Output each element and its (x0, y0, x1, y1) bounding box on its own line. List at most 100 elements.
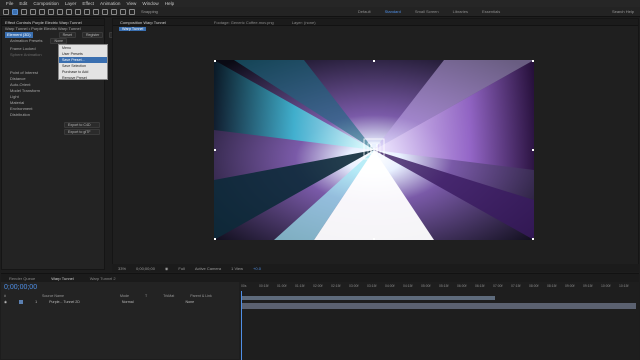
after-effects-window: File Edit Composition Layer Effect Anima… (0, 0, 640, 360)
exposure-value[interactable]: +0.0 (253, 266, 261, 271)
menu-bar: File Edit Composition Layer Effect Anima… (0, 0, 640, 7)
ruler-tick-label: 05:15f (439, 284, 449, 288)
menu-edit[interactable]: Edit (16, 1, 30, 6)
work-area-bar[interactable] (241, 296, 495, 300)
comp-subtab[interactable]: Warp Tunnel (119, 27, 147, 31)
hand-tool-icon[interactable] (21, 8, 27, 15)
menu-view[interactable]: View (123, 1, 139, 6)
camera-icon[interactable]: ◉ (165, 266, 169, 271)
resolution-select[interactable]: Full (178, 266, 184, 271)
ruler-tick-label: 00s (241, 284, 247, 288)
timeline-layer-panel: 0;00;00;00 # Source Name Mode T TrkMat P… (1, 282, 238, 360)
ruler-tick-label: 06:15f (475, 284, 485, 288)
rotate-tool-icon[interactable] (39, 8, 45, 15)
puppet-tool-icon[interactable] (129, 8, 135, 15)
views-select[interactable]: 1 View (231, 266, 243, 271)
register-button[interactable]: Register (81, 32, 104, 38)
ruler-tick-label: 02:00f (313, 284, 323, 288)
home-icon[interactable] (3, 8, 9, 15)
search-help-field[interactable]: Search Help (612, 9, 634, 14)
col-mode[interactable]: Mode (120, 294, 129, 298)
tab-footage[interactable]: Footage: Generic Coffee.mov.png (214, 20, 274, 25)
viewer-timecode[interactable]: 0;00;00;00 (136, 266, 155, 271)
menu-help[interactable]: Help (162, 1, 177, 6)
tools-toolbar: Snapping Default Standard Small Screen L… (0, 7, 640, 17)
ruler-tick-label: 09:00f (565, 284, 575, 288)
zoom-select[interactable]: 33% (118, 266, 126, 271)
ruler-tick-label: 05:00f (421, 284, 431, 288)
menu-animation[interactable]: Animation (97, 1, 123, 6)
workspace-small-screen[interactable]: Small Screen (415, 9, 439, 14)
selection-tool-icon[interactable] (12, 8, 18, 15)
warp-tunnel-render (214, 60, 534, 240)
ruler-tick-label: 00:15f (259, 284, 269, 288)
menu-composition[interactable]: Composition (30, 1, 62, 6)
ruler-tick-label: 03:15f (367, 284, 377, 288)
col-trkmat[interactable]: TrkMat (163, 294, 174, 298)
layer-mode[interactable]: Normal (122, 300, 134, 304)
time-ruler[interactable]: 00s 00:15f 01:00f 01:15f 02:00f 02:15f 03:00f 0… (239, 284, 639, 292)
tab-render-queue[interactable]: Render Queue (9, 276, 35, 281)
export-gltf-button[interactable]: Export to glTF (64, 129, 100, 135)
dropdown-item[interactable]: Remove Preset (59, 75, 107, 81)
prop-distribution[interactable]: Distribution (10, 112, 104, 118)
pen-tool-icon[interactable] (75, 8, 81, 15)
menu-file[interactable]: File (3, 1, 16, 6)
zoom-tool-icon[interactable] (30, 8, 36, 15)
workspace-default[interactable]: Default (358, 9, 371, 14)
tab-composition[interactable]: Composition Warp Tunnel (120, 20, 166, 25)
viewer-footer-bar: 33% 0;00;00;00 ◉ Full Active Camera 1 Vi… (112, 264, 639, 272)
layer-name[interactable]: Purple... Tunnel 2D (49, 300, 80, 304)
shape-tool-icon[interactable] (66, 8, 72, 15)
pan-behind-tool-icon[interactable] (57, 8, 63, 15)
brush-tool-icon[interactable] (93, 8, 99, 15)
tab-warp-tunnel[interactable]: Warp Tunnel (51, 276, 74, 281)
layer-label-color[interactable] (19, 300, 24, 304)
camera-tool-icon[interactable] (48, 8, 54, 15)
menu-layer[interactable]: Layer (62, 1, 80, 6)
ruler-tick-label: 08:00f (529, 284, 539, 288)
ruler-tick-label: 06:00f (457, 284, 467, 288)
eye-icon[interactable]: ◉ (4, 300, 7, 304)
ruler-tick-label: 03:00f (349, 284, 359, 288)
type-tool-icon[interactable] (84, 8, 90, 15)
snapping-label[interactable]: Snapping (141, 9, 158, 14)
col-parent[interactable]: Parent & Link (190, 294, 212, 298)
workspace-standard[interactable]: Standard (385, 9, 401, 14)
menu-window[interactable]: Window (139, 1, 161, 6)
menu-effect[interactable]: Effect (79, 1, 97, 6)
tab-layer[interactable]: Layer: (none) (292, 20, 316, 25)
animation-presets-label: Animation Presets (10, 38, 43, 43)
workspace-essentials[interactable]: Essentials (482, 9, 500, 14)
camera-select[interactable]: Active Camera (195, 266, 221, 271)
roto-brush-icon[interactable] (120, 8, 126, 15)
workspace-libraries[interactable]: Libraries (453, 9, 468, 14)
ruler-tick-label: 07:15f (511, 284, 521, 288)
composition-viewer[interactable] (214, 60, 534, 240)
layer-duration-bar[interactable] (241, 303, 636, 309)
playhead[interactable] (241, 291, 242, 360)
timeline-graph[interactable]: 00s 00:15f 01:00f 01:15f 02:00f 02:15f 03:00f 0… (239, 282, 639, 360)
tab-warp-tunnel-2[interactable]: Warp Tunnel 2 (90, 276, 116, 281)
ruler-tick-label: 10:00f (601, 284, 611, 288)
col-t: T (144, 294, 148, 298)
timeline-panel: Render Queue Warp Tunnel Warp Tunnel 2 0… (1, 273, 639, 360)
eraser-tool-icon[interactable] (111, 8, 117, 15)
effect-controls-tabbar: Effect Controls Purple Electric Warp Tun… (2, 19, 104, 26)
ruler-tick-label: 08:15f (547, 284, 557, 288)
ruler-tick-label: 02:15f (331, 284, 341, 288)
ruler-tick-label: 09:15f (583, 284, 593, 288)
ruler-tick-label: 01:15f (295, 284, 305, 288)
timeline-timecode[interactable]: 0;00;00;00 (1, 284, 238, 291)
col-source-name[interactable]: Source Name (42, 294, 64, 298)
ruler-tick-label: 07:00f (493, 284, 503, 288)
layer-parent[interactable]: None (186, 300, 195, 304)
tab-effect-controls[interactable]: Effect Controls Purple Electric Warp Tun… (5, 20, 82, 25)
export-buttons: Export to C4D Export to glTF (2, 122, 104, 135)
col-index: # (4, 294, 6, 298)
export-c4d-button[interactable]: Export to C4D (64, 122, 100, 128)
layer-row[interactable]: ◉ 1 Purple... Tunnel 2D Normal None (1, 300, 238, 304)
clone-stamp-icon[interactable] (102, 8, 108, 15)
ruler-tick-label: 10:15f (619, 284, 629, 288)
layer-index: 1 (35, 300, 38, 304)
